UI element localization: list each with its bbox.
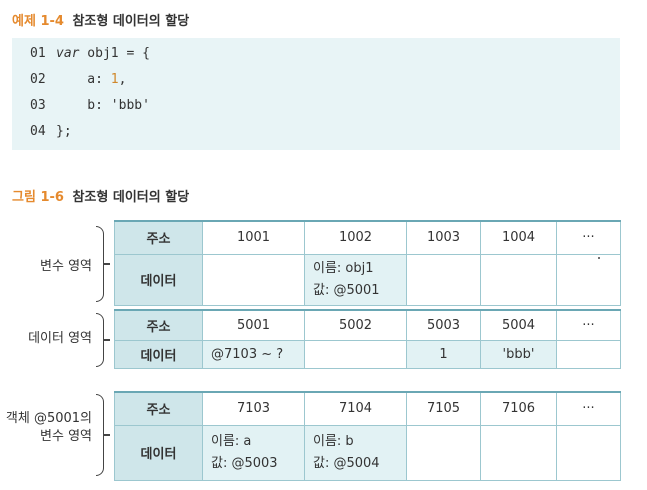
line-number: 02 [30,72,46,87]
data-cell: @7103 ~ ? [202,339,305,369]
stray-dot [598,257,600,259]
data-cell: 이름: b 값: @5004 [304,424,407,481]
data-cell [480,253,557,306]
line-number: 01 [30,46,46,61]
data-cell-text: @7103 ~ ? [211,346,284,362]
address-cell: 7103 [202,391,305,426]
group-label: 변수 영역 [40,259,92,274]
data-cell-text: 값: @5004 [313,455,380,471]
group-label: 객체 @5001의 변수 영역 [5,411,92,444]
address-cell: 1004 [480,220,557,255]
code-token: }; [56,124,72,139]
data-cell-empty [556,253,621,306]
data-cell-text: 이름: a [211,433,252,449]
data-row: 데이터 이름: obj1 값: @5001 [114,253,621,306]
group-brace [96,313,110,367]
data-row: 데이터 @7103 ~ ? 1 'bbb' [114,339,621,369]
figure-number: 그림 1-6 [12,190,64,205]
address-cell: 7105 [406,391,481,426]
address-row: 주소 1001 1002 1003 1004 ··· [114,220,621,255]
data-cell-text: 이름: b [313,433,354,449]
address-row: 주소 7103 7104 7105 7106 ··· [114,391,621,426]
address-cell: 5004 [480,309,557,341]
data-header: 데이터 [114,424,203,481]
data-cell-text: 값: @5003 [211,455,278,471]
code-block: 01 var obj1 = {02 a: 1, 03 b: 'bbb' 04}; [12,38,620,150]
line-number: 04 [30,124,46,139]
code-token: 'bbb' [110,98,150,113]
code-line: 02 a: 1, [30,72,126,96]
data-cell-empty [556,424,621,481]
code-line: 03 b: 'bbb' [30,98,150,122]
data-cell-text: 이름: obj1 [313,260,374,276]
code-token: var [56,46,80,61]
group-brace [96,226,110,302]
group-brace [96,394,110,476]
data-cell [480,424,557,481]
data-header: 데이터 [114,253,203,306]
code-token: obj1 = { [79,46,150,61]
address-header: 주소 [114,391,203,426]
memory-table: 주소 1001 1002 1003 1004 ··· 데이터 이름: obj1 값: @5001 [114,220,621,306]
address-header: 주소 [114,220,203,255]
data-cell-text: 1 [439,346,448,362]
example-title: 참조형 데이터의 할당 [72,14,190,29]
address-cell: 5001 [202,309,305,341]
example-number: 예제 1-4 [12,14,64,29]
data-header: 데이터 [114,339,203,369]
data-cell: 이름: obj1 값: @5001 [304,253,407,306]
address-cell: 1003 [406,220,481,255]
data-cell [304,339,407,369]
address-cell: 1002 [304,220,407,255]
address-header: 주소 [114,309,203,341]
code-token: , [118,72,127,87]
group-label: 데이터 영역 [28,331,92,346]
data-cell-empty [556,339,621,369]
data-cell [406,253,481,306]
address-cell: 1001 [202,220,305,255]
more-cell: ··· [556,309,621,341]
data-cell: 1 [406,339,481,369]
address-cell: 5002 [304,309,407,341]
address-cell: 7106 [480,391,557,426]
data-cell [202,253,305,306]
data-cell-text: 값: @5001 [313,282,380,298]
example-caption: 예제 1-4 참조형 데이터의 할당 [12,10,189,29]
line-number: 03 [30,98,46,113]
memory-table: 주소 5001 5002 5003 5004 ··· 데이터 @7103 ~ ? 1'bbb' [114,309,621,369]
code-token: 1 [110,72,119,87]
code-line: 04}; [30,124,72,148]
figure-caption: 그림 1-6 참조형 데이터의 할당 [12,186,189,205]
data-cell: 이름: a 값: @5003 [202,424,305,481]
figure-title: 참조형 데이터의 할당 [72,190,190,205]
code-line: 01 var obj1 = { [30,46,150,70]
address-cell: 7104 [304,391,407,426]
data-cell [406,424,481,481]
code-token: b: [56,98,111,113]
memory-table: 주소 7103 7104 7105 7106 ··· 데이터 이름: a 값: @5003 이름:… [114,391,621,481]
data-cell: 'bbb' [480,339,557,369]
more-cell: ··· [556,391,621,426]
more-cell: ··· [556,220,621,255]
data-row: 데이터 이름: a 값: @5003 이름: b 값: @5004 [114,424,621,481]
address-cell: 5003 [406,309,481,341]
address-row: 주소 5001 5002 5003 5004 ··· [114,309,621,341]
data-cell-text: 'bbb' [502,346,535,362]
code-token: a: [56,72,111,87]
